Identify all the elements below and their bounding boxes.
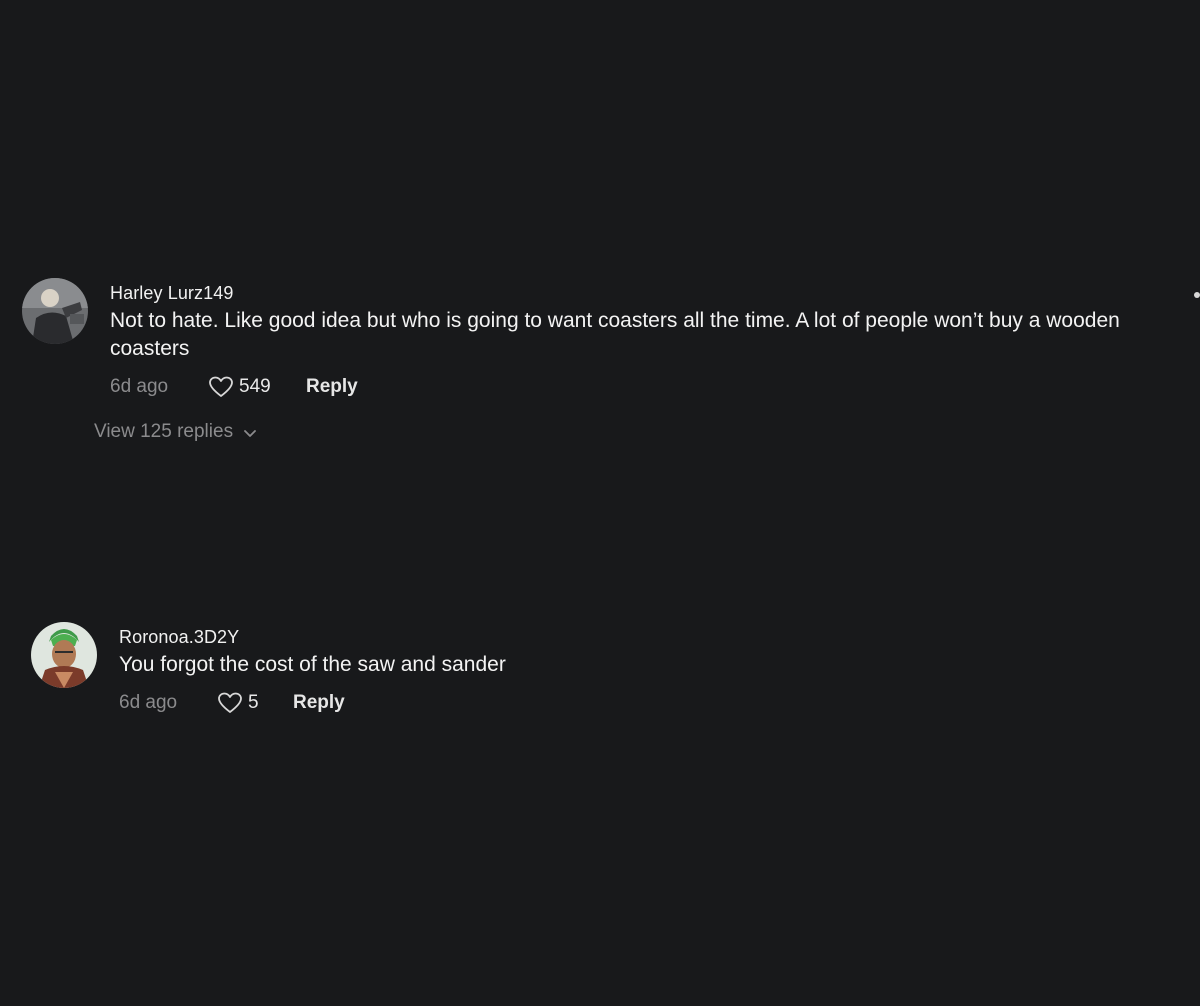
comment-timestamp: 6d ago bbox=[110, 376, 169, 397]
view-replies-label: View 125 replies bbox=[94, 421, 234, 442]
chevron-down-icon bbox=[244, 429, 256, 437]
like-button[interactable]: 5 bbox=[217, 692, 293, 714]
view-replies-button[interactable]: View 125 replies bbox=[94, 421, 257, 443]
heart-outline-icon bbox=[218, 692, 242, 713]
heart-outline-icon bbox=[209, 376, 233, 397]
reply-button[interactable]: Reply bbox=[306, 376, 358, 398]
comment-username[interactable]: Harley Lurz149 bbox=[110, 282, 1150, 304]
like-button[interactable]: 549 bbox=[208, 376, 306, 398]
avatar-photo bbox=[22, 278, 88, 344]
avatar-photo bbox=[31, 622, 97, 688]
reply-button[interactable]: Reply bbox=[293, 692, 345, 714]
like-count: 5 bbox=[248, 692, 259, 713]
comment-meta: 6d ago 5 Reply bbox=[119, 689, 1019, 717]
comment-text: Not to hate. Like good idea but who is g… bbox=[110, 309, 1120, 360]
comment-username[interactable]: Roronoa.3D2Y bbox=[119, 626, 1019, 648]
comment-timestamp: 6d ago bbox=[119, 692, 178, 713]
avatar[interactable] bbox=[22, 278, 88, 344]
edge-indicator bbox=[1194, 292, 1200, 298]
comment-meta: 6d ago 549 Reply bbox=[110, 373, 1150, 401]
like-count: 549 bbox=[239, 376, 271, 397]
comment-text: You forgot the cost of the saw and sande… bbox=[119, 653, 506, 676]
avatar[interactable] bbox=[31, 622, 97, 688]
